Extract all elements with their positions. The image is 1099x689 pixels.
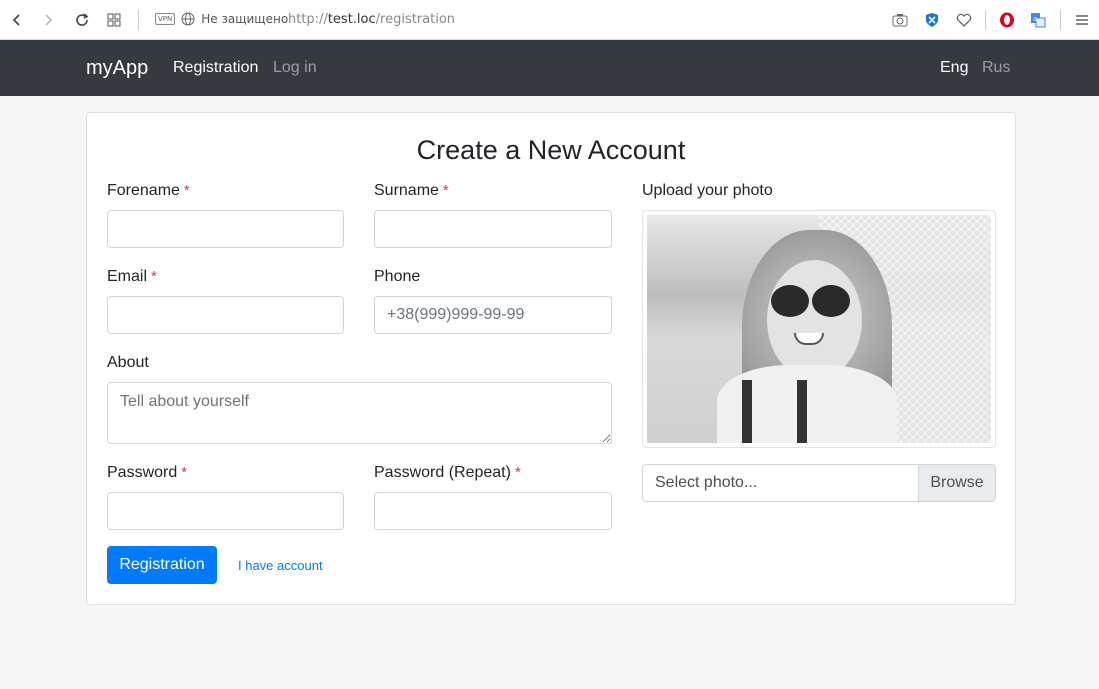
required-mark: * xyxy=(442,182,449,199)
back-icon[interactable] xyxy=(7,10,27,30)
reload-icon[interactable] xyxy=(72,10,92,30)
camera-icon[interactable] xyxy=(890,10,910,30)
email-label: Email * xyxy=(107,268,157,285)
globe-icon xyxy=(181,12,195,26)
forename-label: Forename * xyxy=(107,182,190,199)
required-mark: * xyxy=(151,268,157,285)
surname-input[interactable] xyxy=(374,210,612,248)
translate-icon[interactable]: a xyxy=(1028,10,1048,30)
phone-input[interactable] xyxy=(374,296,612,334)
security-indicator[interactable]: VPN Не защищено xyxy=(155,12,288,26)
email-input[interactable] xyxy=(107,296,344,334)
required-mark: * xyxy=(514,464,521,481)
heart-icon[interactable] xyxy=(954,10,974,30)
shield-icon[interactable] xyxy=(922,10,942,30)
forward-icon[interactable] xyxy=(38,10,58,30)
opera-icon[interactable] xyxy=(997,10,1017,30)
browser-toolbar: VPN Не защищено http://test.loc/registra… xyxy=(0,0,1099,40)
lang-rus[interactable]: Rus xyxy=(982,59,1010,77)
required-mark: * xyxy=(183,182,190,199)
vpn-badge[interactable]: VPN xyxy=(155,13,176,25)
tabs-grid-icon[interactable] xyxy=(104,10,124,30)
nav-link-registration[interactable]: Registration xyxy=(173,59,258,77)
forename-input[interactable] xyxy=(107,210,344,248)
svg-text:a: a xyxy=(1033,15,1037,23)
registration-button[interactable]: Registration xyxy=(107,546,217,584)
page-title: Create a New Account xyxy=(416,135,686,165)
have-account-link[interactable]: I have account xyxy=(238,558,323,573)
required-mark: * xyxy=(181,464,188,481)
file-input-label: Select photo... xyxy=(655,474,758,491)
navbar: myApp Registration Log in Eng Rus xyxy=(0,40,1099,96)
brand-logo[interactable]: myApp xyxy=(86,57,148,80)
password-input[interactable] xyxy=(107,492,344,530)
password-label: Password * xyxy=(107,464,188,481)
surname-label: Surname * xyxy=(374,182,449,199)
file-input[interactable]: Select photo... Browse xyxy=(642,464,996,502)
browse-button[interactable]: Browse xyxy=(918,465,995,501)
phone-label: Phone xyxy=(374,268,421,285)
nav-link-login[interactable]: Log in xyxy=(273,59,317,77)
lang-eng[interactable]: Eng xyxy=(940,59,968,77)
url-bar[interactable]: http://test.loc/registration xyxy=(288,12,455,27)
photo-preview xyxy=(642,210,996,448)
menu-icon[interactable] xyxy=(1072,10,1092,30)
about-label: About xyxy=(107,354,149,371)
password-repeat-label: Password (Repeat) * xyxy=(374,464,521,481)
registration-card: Create a New Account Forename * Surname * … xyxy=(86,112,1016,605)
upload-photo-label: Upload your photo xyxy=(642,182,773,199)
about-textarea[interactable] xyxy=(107,382,612,444)
security-text: Не защищено xyxy=(201,12,289,26)
password-repeat-input[interactable] xyxy=(374,492,612,530)
photo-image xyxy=(647,215,991,443)
